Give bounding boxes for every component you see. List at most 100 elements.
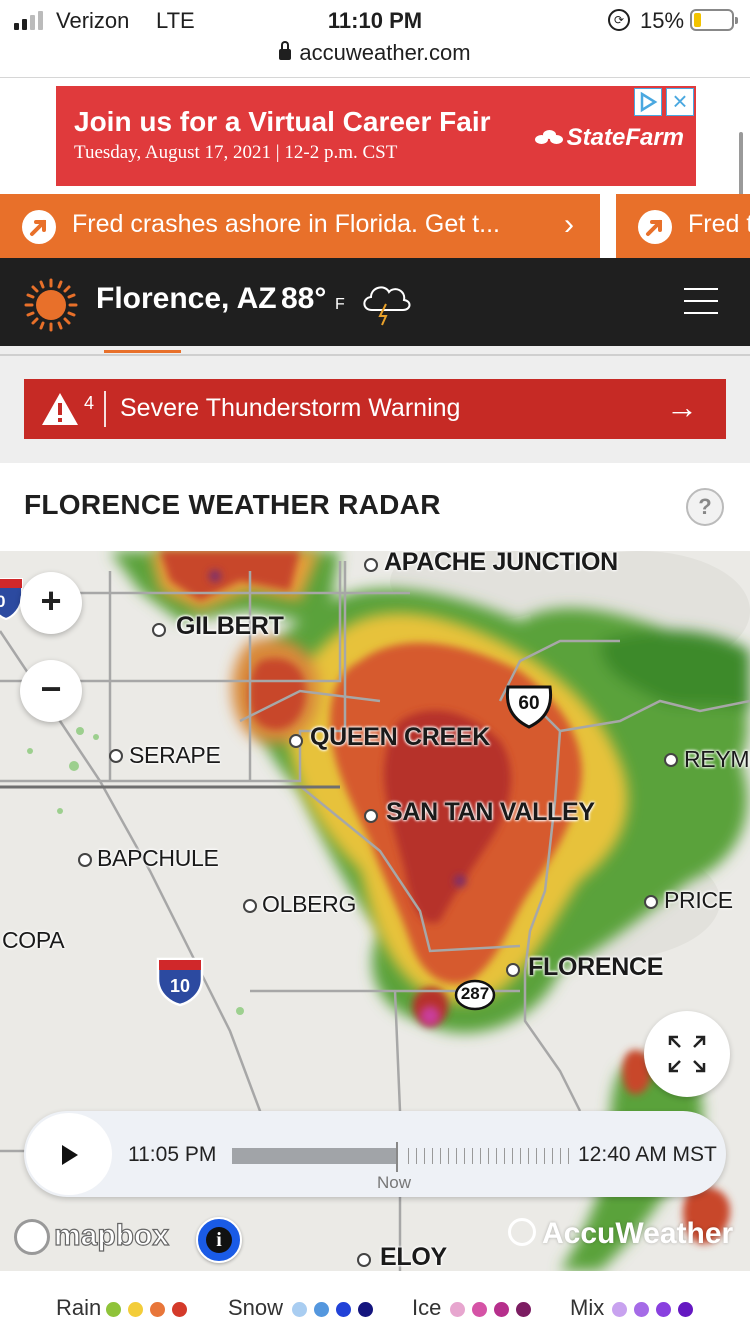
play-button[interactable] <box>26 1113 112 1195</box>
legend-swatch <box>128 1302 143 1317</box>
legend-swatch <box>292 1302 307 1317</box>
legend-swatch <box>450 1302 465 1317</box>
location-header: Florence, AZ 88° F <box>0 258 750 346</box>
place-label: SERAPE <box>129 742 221 768</box>
mapbox-logo[interactable]: mapbox <box>14 1218 170 1259</box>
arrow-right-icon: → <box>666 389 698 425</box>
place-label: FLORENCE <box>528 953 664 981</box>
legend-swatch <box>612 1302 627 1317</box>
legend-swatch <box>472 1302 487 1317</box>
place-marker <box>243 899 257 913</box>
place-marker <box>109 749 123 763</box>
news-ticker-text: Fred t <box>688 210 750 238</box>
zoom-out-button[interactable]: − <box>20 660 82 722</box>
legend-label-mix: Mix <box>570 1295 605 1320</box>
radar-map[interactable]: 0 60 10 287 APACHE JUNCTION GILBERT QUEE… <box>0 551 750 1271</box>
hurricane-alert-icon <box>22 210 56 244</box>
sun-icon <box>24 278 78 332</box>
adchoices-icon[interactable] <box>634 88 662 116</box>
url-text: accuweather.com <box>299 40 471 65</box>
timeline-start-time: 11:05 PM <box>128 1143 217 1166</box>
state-route-shield: 287 <box>454 979 496 1011</box>
now-marker <box>396 1142 399 1172</box>
current-temperature: 88° <box>281 282 327 315</box>
zoom-in-button[interactable]: + <box>20 572 82 634</box>
help-icon[interactable]: ? <box>686 488 724 526</box>
radar-timeline: 11:05 PM 12:40 AM MST Now <box>24 1111 726 1197</box>
news-ticker-text: Fred crashes ashore in Florida. Get t... <box>72 210 500 238</box>
accuweather-logo: AccuWeather <box>508 1217 733 1251</box>
legend-label-rain: Rain <box>56 1295 102 1320</box>
thunderstorm-icon <box>363 286 411 326</box>
place-label: GILBERT <box>176 612 284 640</box>
place-marker <box>152 623 166 637</box>
legend-label-ice: Ice <box>412 1295 442 1320</box>
hurricane-alert-icon <box>638 210 672 244</box>
legend-swatch <box>172 1302 187 1317</box>
info-button[interactable]: i <box>196 1217 242 1263</box>
statefarm-logo-icon <box>534 130 563 146</box>
place-marker <box>506 963 520 977</box>
warning-icon <box>42 393 78 425</box>
sub-navigation <box>0 346 750 356</box>
legend-swatch <box>150 1302 165 1317</box>
legend-swatch <box>678 1302 693 1317</box>
status-bar: Verizon LTE 11:10 PM ⟳ 15% <box>0 0 750 44</box>
news-ticker: Fred crashes ashore in Florida. Get t...… <box>0 194 750 258</box>
address-bar[interactable]: accuweather.com <box>0 40 750 66</box>
mapbox-icon <box>14 1219 50 1256</box>
legend-swatch <box>358 1302 373 1317</box>
sun-icon <box>508 1218 536 1246</box>
hamburger-menu-icon[interactable] <box>684 288 718 316</box>
legend-swatch <box>634 1302 649 1317</box>
news-ticker-item[interactable]: Fred crashes ashore in Florida. Get t...… <box>0 194 600 258</box>
legend-swatch <box>656 1302 671 1317</box>
place-label: APACHE JUNCTION <box>384 551 618 576</box>
battery-icon <box>690 9 738 31</box>
place-marker <box>644 895 658 909</box>
place-label: OLBERG <box>262 891 357 917</box>
legend-swatch <box>494 1302 509 1317</box>
temperature-unit: F <box>335 296 345 313</box>
timeline-scrubber[interactable] <box>232 1142 574 1172</box>
timeline-ticks <box>408 1148 574 1164</box>
legend-label-snow: Snow <box>228 1295 284 1320</box>
legend-swatch <box>106 1302 121 1317</box>
alert-count: 4 <box>84 393 95 413</box>
place-label: SAN TAN VALLEY <box>386 798 595 826</box>
fullscreen-button[interactable] <box>644 1011 730 1097</box>
severe-weather-alert[interactable]: 4 Severe Thunderstorm Warning → <box>24 379 726 439</box>
place-marker <box>357 1253 371 1267</box>
place-label: PRICE <box>664 887 733 913</box>
place-marker <box>78 853 92 867</box>
us-route-shield: 60 <box>504 681 554 729</box>
divider <box>0 77 750 78</box>
ad-banner[interactable]: Join us for a Virtual Career Fair Tuesda… <box>56 86 696 186</box>
place-label: ELOY <box>380 1243 447 1271</box>
ad-title: Join us for a Virtual Career Fair <box>74 106 491 137</box>
place-marker <box>364 809 378 823</box>
legend-swatch <box>314 1302 329 1317</box>
ad-close-icon[interactable]: × <box>666 88 694 116</box>
divider <box>104 391 106 427</box>
place-label: QUEEN CREEK <box>310 723 491 751</box>
interstate-shield: 10 <box>156 957 204 1007</box>
shield-number: 287 <box>460 984 490 1003</box>
shield-number: 10 <box>169 976 191 996</box>
lock-icon <box>279 41 292 60</box>
orientation-lock-icon: ⟳ <box>608 9 630 31</box>
news-ticker-item[interactable]: Fred t <box>616 194 750 258</box>
active-tab-indicator <box>104 350 181 353</box>
info-icon: i <box>206 1226 232 1253</box>
place-marker <box>289 734 303 748</box>
expand-icon <box>668 1035 706 1073</box>
chevron-right-icon: › <box>564 208 574 241</box>
legend-swatch <box>516 1302 531 1317</box>
precipitation-legend: Rain Snow Ice Mix <box>0 1271 750 1334</box>
timeline-progress <box>232 1148 397 1164</box>
timeline-end-time: 12:40 AM MST <box>578 1143 717 1166</box>
place-label: BAPCHULE <box>97 845 219 871</box>
now-label: Now <box>377 1173 412 1192</box>
shield-number: 60 <box>518 693 540 714</box>
location-name[interactable]: Florence, AZ <box>96 282 277 316</box>
